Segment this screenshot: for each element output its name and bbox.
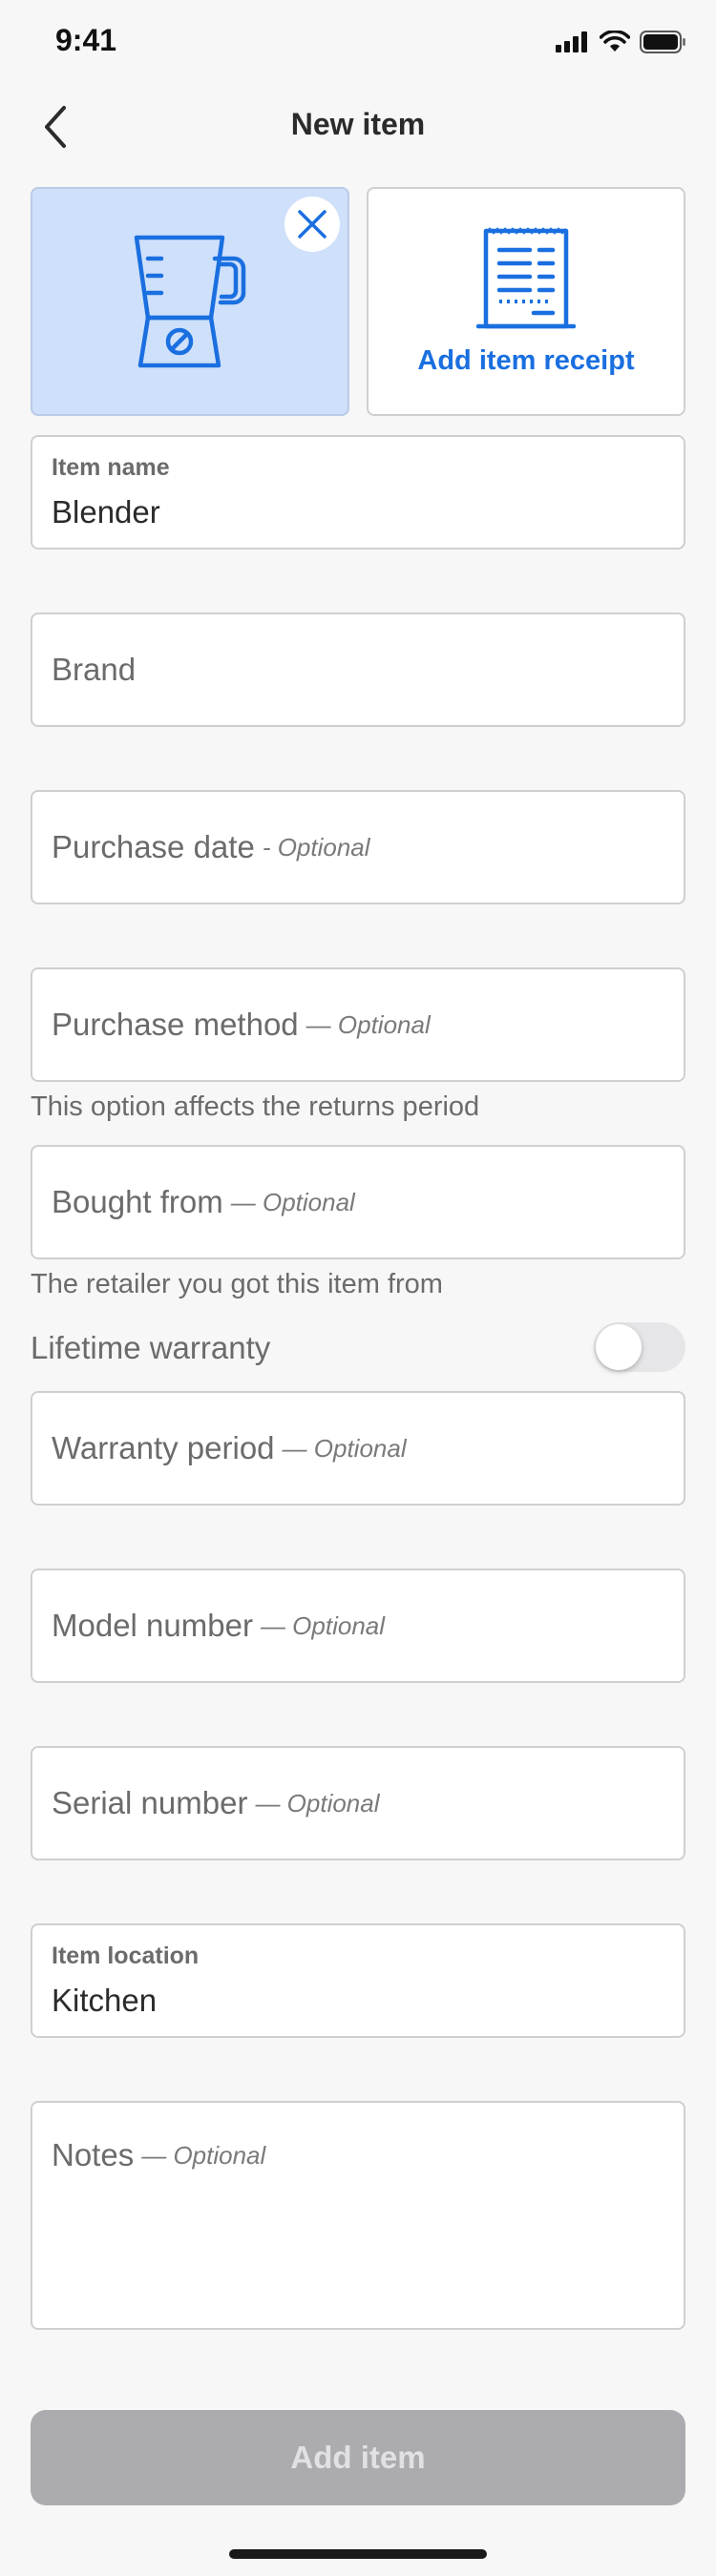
warranty-period-field[interactable]: Warranty period — Optional [31,1391,685,1506]
model-number-field[interactable]: Model number — Optional [31,1568,685,1683]
bought-from-placeholder-text: Bought from [52,1184,223,1219]
brand-placeholder-text: Brand [52,652,137,687]
model-number-placeholder: Model number — Optional [52,1570,385,1681]
warranty-period-placeholder-text: Warranty period [52,1430,275,1465]
add-item-button[interactable]: Add item [31,2410,685,2505]
item-name-field[interactable]: Item name Blender [31,435,685,550]
media-row: Add item receipt [31,187,685,416]
purchase-method-placeholder-text: Purchase method [52,1007,299,1042]
bought-from-helper: The retailer you got this item from [31,1269,443,1299]
blender-icon [134,235,246,368]
receipt-icon [476,226,576,328]
add-receipt-label: Add item receipt [417,344,635,376]
item-location-value: Kitchen [52,1983,158,2018]
lifetime-warranty-label: Lifetime warranty [31,1330,271,1365]
notes-placeholder: Notes — Optional [52,2137,265,2173]
warranty-period-placeholder: Warranty period — Optional [52,1393,407,1504]
optional-tag: — Optional [305,1009,431,1039]
lifetime-warranty-toggle[interactable] [594,1322,685,1372]
model-number-placeholder-text: Model number [52,1608,253,1643]
serial-number-placeholder: Serial number — Optional [52,1748,380,1859]
item-location-field[interactable]: Item location Kitchen [31,1923,685,2038]
optional-tag: — Optional [282,1433,407,1463]
optional-tag: — Optional [260,1610,386,1640]
remove-photo-button[interactable] [284,197,340,252]
battery-icon [640,31,685,53]
optional-tag: - Optional [262,832,370,862]
wifi-icon [600,31,630,52]
bought-from-placeholder: Bought from — Optional [52,1147,355,1257]
serial-number-field[interactable]: Serial number — Optional [31,1746,685,1860]
purchase-date-placeholder-text: Purchase date [52,829,255,864]
close-icon [298,210,326,239]
bought-from-field[interactable]: Bought from — Optional [31,1145,685,1259]
optional-tag: — Optional [230,1187,355,1216]
page-title: New item [290,107,426,141]
home-indicator [229,2549,487,2559]
notes-field[interactable]: Notes — Optional [31,2101,685,2330]
optional-tag: — Optional [255,1788,380,1818]
item-name-label: Item name [52,454,170,481]
item-photo[interactable] [31,187,349,416]
brand-placeholder: Brand [52,614,136,725]
purchase-date-placeholder: Purchase date - Optional [52,792,370,903]
purchase-method-placeholder: Purchase method — Optional [52,969,431,1080]
notes-placeholder-text: Notes [52,2137,135,2172]
serial-number-placeholder-text: Serial number [52,1785,248,1820]
status-time: 9:41 [55,23,117,57]
purchase-method-field[interactable]: Purchase method — Optional [31,967,685,1082]
purchase-method-helper: This option affects the returns period [31,1091,480,1122]
item-location-label: Item location [52,1942,200,1969]
optional-tag: — Optional [141,2140,266,2170]
signal-icon [556,31,587,52]
status-icons [556,29,687,55]
lifetime-warranty-row: Lifetime warranty [31,1317,685,1378]
brand-field[interactable]: Brand [31,613,685,727]
nav-bar: New item [0,84,716,170]
item-name-value: Blender [52,494,160,530]
status-bar: 9:41 [0,0,716,84]
add-receipt-button[interactable]: Add item receipt [367,187,685,416]
toggle-knob [596,1324,642,1370]
purchase-date-field[interactable]: Purchase date - Optional [31,790,685,904]
